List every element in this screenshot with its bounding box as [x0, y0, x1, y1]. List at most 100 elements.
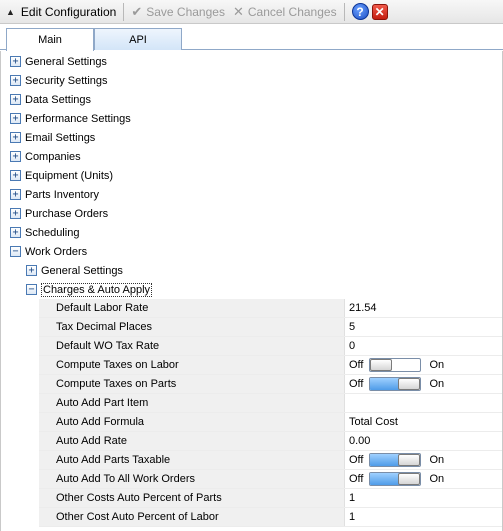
tree-group-label: Data Settings: [25, 93, 92, 106]
property-row-auto-add-to-all-work-orders[interactable]: Auto Add To All Work Orders Off On: [39, 470, 502, 489]
tab-api[interactable]: API: [94, 28, 182, 50]
property-name: Default Labor Rate: [39, 299, 345, 317]
property-value[interactable]: 21.54: [345, 299, 502, 317]
collapse-minus-icon[interactable]: −: [10, 246, 21, 257]
expand-plus-icon[interactable]: +: [10, 75, 21, 86]
toggle-on-label: On: [429, 454, 445, 466]
toggle-fill: [370, 473, 401, 485]
tree-group-parts-inventory[interactable]: + Parts Inventory: [10, 185, 503, 204]
toggle-off-label: Off: [349, 454, 364, 466]
property-value[interactable]: [345, 394, 502, 412]
edit-configuration-menu[interactable]: ▲ Edit Configuration: [0, 1, 120, 23]
toggle-on-label: On: [429, 473, 445, 485]
toggle-switch[interactable]: Off On: [349, 358, 444, 372]
property-name: Compute Taxes on Parts: [39, 375, 345, 393]
toggle-switch[interactable]: Off On: [349, 472, 444, 486]
toggle-fill: [370, 454, 401, 466]
tree-group-label: Equipment (Units): [25, 169, 114, 182]
tree-group-work-orders[interactable]: − Work Orders: [10, 242, 503, 261]
tab-main[interactable]: Main: [6, 28, 94, 51]
toggle-switch[interactable]: Off On: [349, 453, 444, 467]
collapse-triangle-icon: ▲: [6, 6, 15, 17]
toggle-track[interactable]: [369, 472, 422, 486]
property-value[interactable]: 0.00: [345, 432, 502, 450]
toggle-off-label: Off: [349, 359, 364, 371]
toggle-track[interactable]: [369, 453, 422, 467]
help-icon[interactable]: ?: [351, 3, 369, 20]
tree-group-scheduling[interactable]: + Scheduling: [10, 223, 503, 242]
tree-group-equipment[interactable]: + Equipment (Units): [10, 166, 503, 185]
tab-bar: Main API: [0, 24, 503, 51]
tree-group-label: General Settings: [25, 55, 107, 68]
property-name: Tax Decimal Places: [39, 318, 345, 336]
tree-subgroup-charges-auto-apply[interactable]: − Charges & Auto Apply: [26, 280, 502, 299]
property-row-auto-add-formula[interactable]: Auto Add Formula Total Cost: [39, 413, 502, 432]
toggle-track[interactable]: [369, 377, 422, 391]
toggle-off-label: Off: [349, 378, 364, 390]
toggle-track[interactable]: [369, 358, 422, 372]
toggle-switch[interactable]: Off On: [349, 377, 444, 391]
tree-group-label: Parts Inventory: [25, 188, 99, 201]
tree-subgroup-general-settings[interactable]: + General Settings: [26, 261, 502, 280]
tree-group-label: Companies: [25, 150, 81, 163]
tree-group-companies[interactable]: + Companies: [10, 147, 503, 166]
expand-plus-icon[interactable]: +: [10, 113, 21, 124]
toggle-knob[interactable]: [370, 359, 393, 371]
tree-group-label: Security Settings: [25, 74, 108, 87]
property-value: Off On: [345, 356, 502, 374]
property-row-auto-add-rate[interactable]: Auto Add Rate 0.00: [39, 432, 502, 451]
save-changes-button[interactable]: ✔ Save Changes: [127, 1, 229, 23]
toggle-knob[interactable]: [398, 473, 421, 485]
tree-group-data-settings[interactable]: + Data Settings: [10, 90, 503, 109]
expand-plus-icon[interactable]: +: [10, 94, 21, 105]
x-icon: ✕: [232, 3, 244, 19]
property-value[interactable]: 5: [345, 318, 502, 336]
expand-plus-icon[interactable]: +: [10, 151, 21, 162]
property-name: Default WO Tax Rate: [39, 337, 345, 355]
tree-group-performance-settings[interactable]: + Performance Settings: [10, 109, 503, 128]
close-icon[interactable]: ✕: [371, 3, 388, 20]
property-row-compute-taxes-on-labor[interactable]: Compute Taxes on Labor Off On: [39, 356, 502, 375]
property-name: Other Costs Auto Percent of Parts: [39, 489, 345, 507]
property-value[interactable]: 1: [345, 508, 502, 526]
property-row-tax-decimal-places[interactable]: Tax Decimal Places 5: [39, 318, 502, 337]
property-row-other-cost-auto-percent-of-labor[interactable]: Other Cost Auto Percent of Labor 1: [39, 508, 502, 527]
tree-group-label: Email Settings: [25, 131, 96, 144]
tree-group-security-settings[interactable]: + Security Settings: [10, 71, 503, 90]
toggle-knob[interactable]: [398, 378, 421, 390]
expand-plus-icon[interactable]: +: [10, 227, 21, 238]
property-row-compute-taxes-on-parts[interactable]: Compute Taxes on Parts Off On: [39, 375, 502, 394]
expand-plus-icon[interactable]: +: [10, 208, 21, 219]
property-name: Auto Add Part Item: [39, 394, 345, 412]
property-row-auto-add-parts-taxable[interactable]: Auto Add Parts Taxable Off On: [39, 451, 502, 470]
expand-plus-icon[interactable]: +: [10, 170, 21, 181]
property-row-default-wo-tax-rate[interactable]: Default WO Tax Rate 0: [39, 337, 502, 356]
toolbar: ▲ Edit Configuration ✔ Save Changes ✕ Ca…: [0, 0, 503, 24]
cancel-changes-button[interactable]: ✕ Cancel Changes: [229, 1, 341, 23]
toolbar-title: Edit Configuration: [20, 4, 117, 19]
property-row-other-costs-auto-percent-of-parts[interactable]: Other Costs Auto Percent of Parts 1: [39, 489, 502, 508]
expand-plus-icon[interactable]: +: [10, 56, 21, 67]
toggle-knob[interactable]: [398, 454, 421, 466]
tree-group-label: Scheduling: [25, 226, 80, 239]
tree-subgroup-label: Charges & Auto Apply: [41, 282, 153, 297]
property-name: Auto Add Formula: [39, 413, 345, 431]
expand-plus-icon[interactable]: +: [10, 132, 21, 143]
tree-group-purchase-orders[interactable]: + Purchase Orders: [10, 204, 503, 223]
property-row-auto-add-part-item[interactable]: Auto Add Part Item: [39, 394, 502, 413]
property-name: Auto Add To All Work Orders: [39, 470, 345, 488]
settings-tree: + General Settings + Security Settings +…: [0, 51, 503, 531]
property-row-default-labor-rate[interactable]: Default Labor Rate 21.54: [39, 299, 502, 318]
toggle-fill: [370, 378, 401, 390]
collapse-minus-icon[interactable]: −: [26, 284, 37, 295]
tree-group-label: Purchase Orders: [25, 207, 109, 220]
property-value[interactable]: Total Cost: [345, 413, 502, 431]
expand-plus-icon[interactable]: +: [26, 265, 37, 276]
tree-group-general-settings[interactable]: + General Settings: [10, 52, 503, 71]
expand-plus-icon[interactable]: +: [10, 189, 21, 200]
save-changes-label: Save Changes: [146, 4, 225, 19]
toggle-on-label: On: [429, 359, 445, 371]
property-value[interactable]: 0: [345, 337, 502, 355]
tree-group-email-settings[interactable]: + Email Settings: [10, 128, 503, 147]
property-value[interactable]: 1: [345, 489, 502, 507]
